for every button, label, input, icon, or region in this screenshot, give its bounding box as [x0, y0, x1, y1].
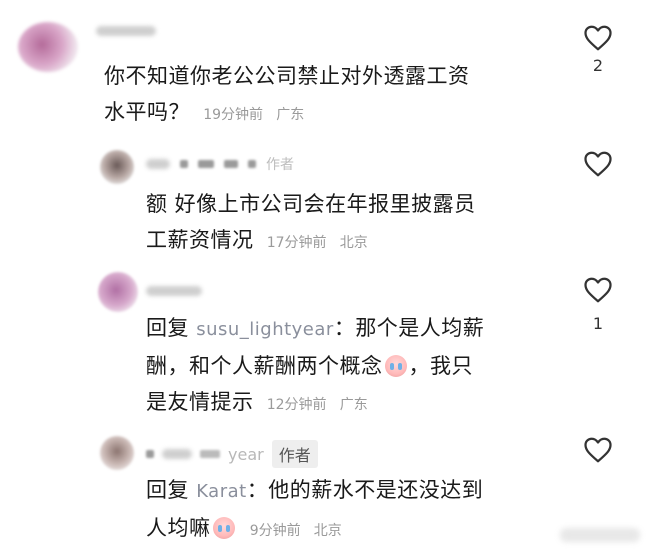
comment-line: 回复 Karat：他的薪水不是还没达到	[146, 472, 483, 510]
comment-location: 北京	[339, 235, 368, 251]
comment-line: 额 好像上市公司会在年报里披露员	[146, 192, 476, 216]
comment-line: 人均嘛 9分钟前 北京	[146, 510, 483, 549]
comment-line: 回复 susu_lightyear：那个是人均薪	[146, 310, 484, 348]
username-blurred	[146, 450, 154, 458]
like-group	[580, 432, 616, 468]
username-fragment: year	[228, 444, 264, 464]
reply-mention[interactable]: Karat	[196, 481, 247, 502]
comment-body: 你不知道你老公公司禁止对外透露工资 水平吗？ 19分钟前 广东	[104, 58, 470, 133]
author-tag: 作者	[271, 440, 318, 468]
comment-location: 北京	[313, 523, 342, 539]
username-row: 作者	[146, 154, 294, 174]
heart-outline-icon[interactable]	[580, 432, 616, 468]
crying-face-emoji-icon	[212, 517, 235, 539]
comment-time: 12分钟前	[266, 397, 327, 413]
comment-body: 回复 Karat：他的薪水不是还没达到 人均嘛 9分钟前 北京	[146, 472, 483, 549]
comment-line: 是友情提示 12分钟前 广东	[146, 384, 484, 423]
comment-time: 17分钟前	[266, 235, 327, 251]
heart-outline-icon[interactable]	[580, 146, 616, 182]
like-group: 1	[580, 272, 616, 333]
avatar[interactable]	[100, 436, 134, 470]
avatar[interactable]	[18, 22, 78, 72]
heart-outline-icon[interactable]	[580, 272, 616, 308]
username-blurred	[198, 160, 214, 168]
comment-text: 酬，和个人薪酬两个概念	[146, 354, 383, 378]
like-group	[580, 146, 616, 182]
username-blurred	[200, 450, 220, 458]
like-count: 2	[592, 56, 604, 75]
reply-label: 回复	[146, 316, 189, 340]
username-blurred[interactable]	[146, 159, 170, 169]
comment-line: 工薪资情况 17分钟前 北京	[146, 222, 476, 261]
reply-mention[interactable]: susu_lightyear	[196, 319, 334, 340]
comment-body: 额 好像上市公司会在年报里披露员 工薪资情况 17分钟前 北京	[146, 186, 476, 261]
comment-time: 9分钟前	[249, 523, 301, 539]
comment-time: 19分钟前	[203, 107, 264, 123]
comment-line: 水平吗？ 19分钟前 广东	[104, 94, 470, 133]
comment-text: 水平吗？	[104, 100, 190, 124]
username-blurred[interactable]	[96, 26, 156, 36]
reply-colon: ：	[333, 316, 356, 340]
author-tag: 作者	[266, 157, 294, 173]
username-blurred	[224, 160, 238, 168]
comment-text: 工薪资情况	[146, 228, 254, 252]
comment-body: 回复 susu_lightyear：那个是人均薪 酬，和个人薪酬两个概念 ，我只 …	[146, 310, 484, 423]
reply-colon: ：	[246, 478, 269, 502]
username-blurred	[248, 160, 256, 168]
heart-outline-icon[interactable]	[580, 20, 616, 56]
username-row: year 作者	[146, 440, 318, 468]
like-count: 1	[592, 314, 604, 333]
comment-text: 那个是人均薪	[355, 316, 485, 340]
comment-line: 你不知道你老公公司禁止对外透露工资	[104, 64, 470, 88]
username-blurred[interactable]	[146, 286, 202, 296]
username-blurred	[180, 160, 188, 168]
avatar[interactable]	[100, 150, 134, 184]
watermark-blurred	[560, 528, 640, 542]
comment-text: ，我只	[408, 354, 473, 378]
comment-location: 广东	[339, 397, 368, 413]
comment-text: 他的薪水不是还没达到	[268, 478, 484, 502]
comment-text: 是友情提示	[146, 390, 254, 414]
comment-text: 人均嘛	[146, 516, 211, 540]
crying-face-emoji-icon	[384, 355, 407, 377]
like-group: 2	[580, 20, 616, 75]
comment-line: 酬，和个人薪酬两个概念 ，我只	[146, 348, 484, 384]
reply-label: 回复	[146, 478, 189, 502]
comment-location: 广东	[276, 107, 305, 123]
username-blurred[interactable]	[162, 449, 192, 459]
avatar[interactable]	[98, 272, 138, 312]
